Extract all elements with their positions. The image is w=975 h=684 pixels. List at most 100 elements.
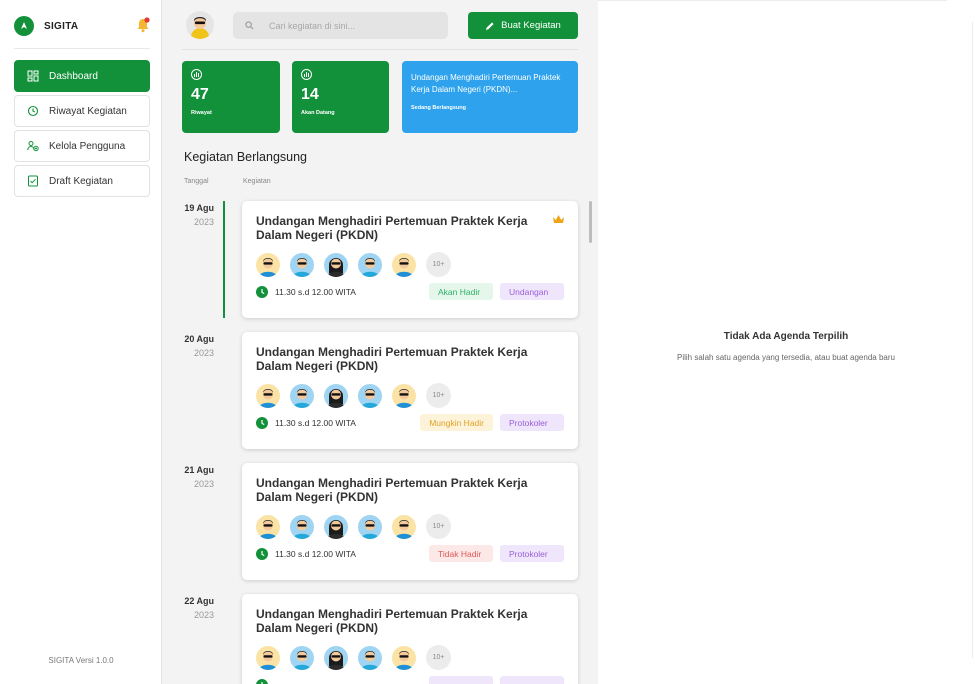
participant-avatar[interactable] <box>256 514 280 539</box>
participant-avatar[interactable] <box>256 645 280 670</box>
sidebar-item-dashboard[interactable]: Dashboard <box>14 60 150 92</box>
stats-icon <box>301 69 312 80</box>
pane-top-border <box>598 0 947 1</box>
participant-avatar[interactable] <box>256 383 280 408</box>
activity-card[interactable]: Undangan Menghadiri Pertemuan Praktek Ke… <box>242 332 578 449</box>
activity-tags <box>422 676 564 684</box>
participant-list: 10+ <box>256 645 564 670</box>
activity-title: Undangan Menghadiri Pertemuan Praktek Ke… <box>256 476 528 504</box>
participant-avatar[interactable] <box>324 383 348 408</box>
activity-footer: 11.30 s.d 12.00 WITA Mungkin Hadir Protoko… <box>256 414 564 431</box>
stat-card-ongoing[interactable]: Undangan Menghadiri Pertemuan Praktek Ke… <box>402 61 578 133</box>
participant-avatar[interactable] <box>392 645 416 670</box>
brand: SIGITA <box>14 14 150 38</box>
attendance-status-badge: Tidak Hadir <box>429 545 493 562</box>
stat-upcoming-label: Akan Datang <box>301 110 335 116</box>
draft-icon <box>28 175 38 187</box>
activity-day: 19 Agu <box>184 203 214 213</box>
participant-avatar[interactable] <box>290 645 314 670</box>
app-version: SIGITA Versi 1.0.0 <box>48 656 114 665</box>
activity-card[interactable]: Undangan Menghadiri Pertemuan Praktek Ke… <box>242 201 578 318</box>
sidebar-item-draft-kegiatan[interactable]: Draft Kegiatan <box>14 165 150 197</box>
clock-icon <box>256 678 268 684</box>
brand-divider <box>14 48 150 49</box>
activity-card[interactable]: Undangan Menghadiri Pertemuan Praktek Ke… <box>242 594 578 684</box>
pencil-icon <box>486 21 494 30</box>
empty-state-title: Tidak Ada Agenda Terpilih <box>723 331 849 342</box>
participant-avatar[interactable] <box>324 514 348 539</box>
history-icon <box>27 105 39 117</box>
column-header-activity: Kegiatan <box>243 178 271 185</box>
participant-avatar[interactable] <box>290 383 314 408</box>
app-logo-icon[interactable] <box>14 16 34 36</box>
create-activity-button[interactable]: Buat Kegiatan <box>468 12 578 39</box>
activity-card[interactable]: Undangan Menghadiri Pertemuan Praktek Ke… <box>242 463 578 580</box>
activity-year: 2023 <box>193 610 214 620</box>
sidebar-item-label: Dashboard <box>49 70 98 82</box>
activity-title: Undangan Menghadiri Pertemuan Praktek Ke… <box>256 214 528 242</box>
participant-avatar[interactable] <box>290 252 314 277</box>
activity-title: Undangan Menghadiri Pertemuan Praktek Ke… <box>256 607 528 635</box>
sidebar-item-label: Riwayat Kegiatan <box>49 105 127 117</box>
create-activity-label: Buat Kegiatan <box>501 20 561 31</box>
activity-footer <box>256 676 564 684</box>
users-icon <box>27 141 39 152</box>
activity-time: 11.30 s.d 12.00 WITA <box>275 286 356 297</box>
stat-card-history[interactable]: 47 Riwayat <box>182 61 280 133</box>
activity-pane: Buat Kegiatan 47 Riwayat 14 Akan Datang … <box>162 0 598 684</box>
notification-bell-icon[interactable] <box>136 17 150 33</box>
activity-date: 22 Agu 2023 <box>184 594 214 622</box>
search-bar <box>233 12 448 39</box>
clock-icon <box>256 285 268 298</box>
activity-time: 11.30 s.d 12.00 WITA <box>275 417 356 428</box>
stat-ongoing-label: Sedang Berlangsung <box>411 105 467 111</box>
activity-title: Undangan Menghadiri Pertemuan Praktek Ke… <box>256 345 528 373</box>
participant-avatar[interactable] <box>358 645 382 670</box>
activity-date: 20 Agu 2023 <box>184 332 214 360</box>
activity-date: 19 Agu 2023 <box>184 201 214 229</box>
activity-footer: 11.30 s.d 12.00 WITA Akan Hadir Undangan <box>256 283 564 300</box>
participant-avatar[interactable] <box>358 514 382 539</box>
activity-time: 11.30 s.d 12.00 WITA <box>275 548 356 559</box>
stat-card-upcoming[interactable]: 14 Akan Datang <box>292 61 389 133</box>
sidebar-item-kelola-pengguna[interactable]: Kelola Pengguna <box>14 130 150 162</box>
activity-day: 22 Agu <box>184 596 214 606</box>
participant-avatar[interactable] <box>324 645 348 670</box>
participant-avatar[interactable] <box>392 383 416 408</box>
participant-avatar[interactable] <box>324 252 348 277</box>
sidebar-item-label: Kelola Pengguna <box>49 140 126 152</box>
more-participants-badge[interactable]: 10+ <box>426 252 451 277</box>
participant-avatar[interactable] <box>256 252 280 277</box>
more-participants-badge[interactable]: 10+ <box>426 383 451 408</box>
top-bar: Buat Kegiatan <box>182 10 578 40</box>
sidebar-item-riwayat-kegiatan[interactable]: Riwayat Kegiatan <box>14 95 150 127</box>
participant-list: 10+ <box>256 383 564 408</box>
activity-day: 20 Agu <box>184 334 214 344</box>
app-name: SIGITA <box>44 20 79 32</box>
search-icon <box>245 21 254 30</box>
stat-history-value: 47 <box>191 86 209 103</box>
participant-list: 10+ <box>256 252 564 277</box>
stats-icon <box>191 69 202 80</box>
user-avatar[interactable] <box>186 11 214 39</box>
participant-avatar[interactable] <box>358 383 382 408</box>
more-participants-badge[interactable]: 10+ <box>426 514 451 539</box>
sidebar: SIGITA Dashboard Riwayat Kegiatan Kelola… <box>0 0 162 684</box>
section-title: Kegiatan Berlangsung <box>184 150 308 164</box>
crown-icon <box>553 215 564 223</box>
more-participants-badge[interactable]: 10+ <box>426 645 451 670</box>
attendance-status-badge: Mungkin Hadir <box>420 414 493 431</box>
participant-avatar[interactable] <box>392 514 416 539</box>
participant-avatar[interactable] <box>290 514 314 539</box>
sidebar-item-label: Draft Kegiatan <box>49 175 113 187</box>
category-badge <box>500 676 564 684</box>
activity-year: 2023 <box>193 348 214 358</box>
participant-avatar[interactable] <box>358 252 382 277</box>
activity-day: 21 Agu <box>184 465 214 475</box>
agenda-detail-pane: Tidak Ada Agenda Terpilih Pilih salah sa… <box>598 0 975 684</box>
activity-tags: Mungkin Hadir Protokoler <box>413 414 564 431</box>
scrollbar-thumb[interactable] <box>589 201 592 243</box>
search-input[interactable] <box>269 20 439 31</box>
participant-avatar[interactable] <box>392 252 416 277</box>
category-badge: Protokoler <box>500 414 564 431</box>
